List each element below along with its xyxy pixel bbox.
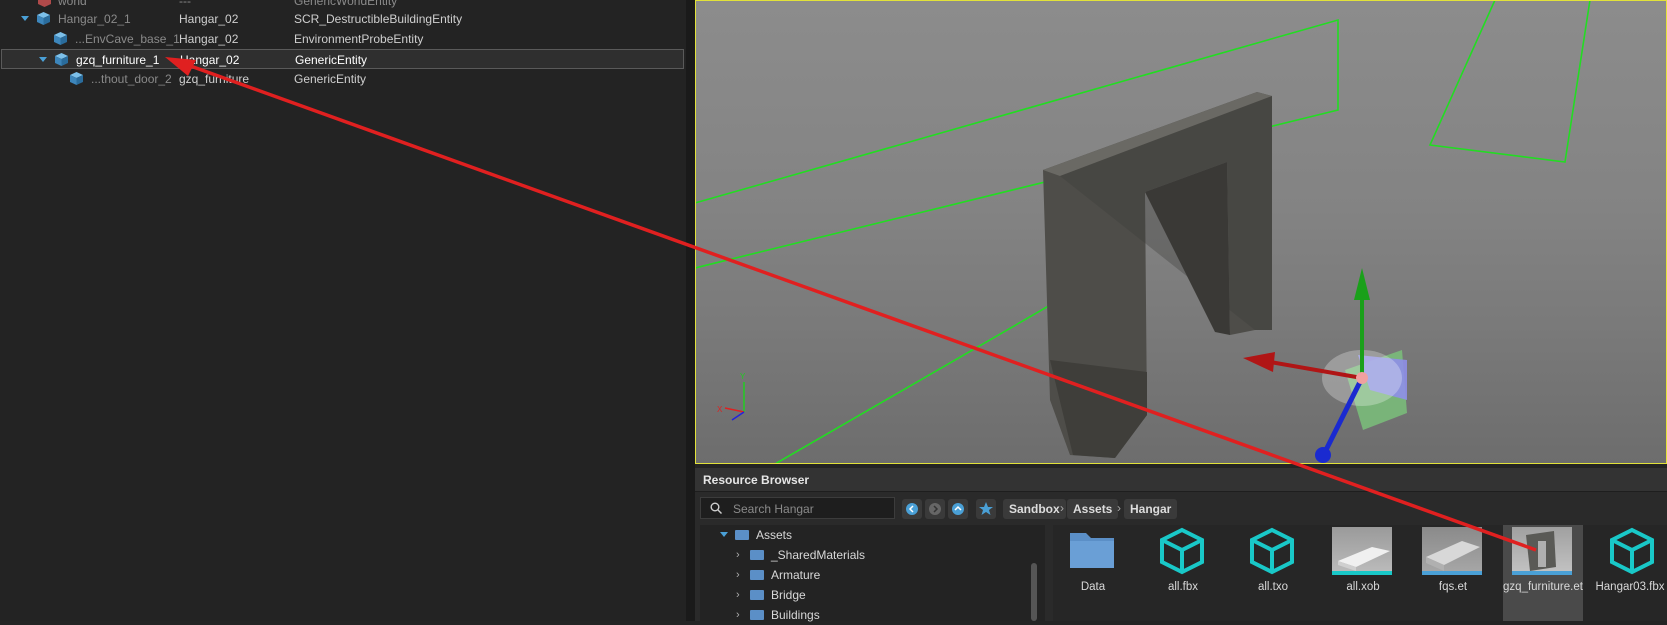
entity-prefab: Hangar_02 xyxy=(180,53,240,67)
outliner-row-door[interactable]: ...thout_door_2 gzq_furniture GenericEnt… xyxy=(0,69,684,89)
chevron-right-icon[interactable]: › xyxy=(736,605,740,625)
asset-gzq-furniture-et[interactable]: gzq_furniture.et xyxy=(1503,525,1583,621)
folder-icon xyxy=(750,590,764,600)
search-box[interactable] xyxy=(700,497,895,519)
entity-name: Hangar_02_1 xyxy=(58,12,131,26)
asset-fqs-et[interactable]: fqs.et xyxy=(1413,525,1493,621)
model-cube-icon xyxy=(1160,527,1204,575)
asset-thumbnail xyxy=(1512,527,1572,575)
entity-prefab: Hangar_02 xyxy=(179,12,239,26)
expand-arrow-icon[interactable] xyxy=(720,532,728,537)
resource-browser-header: Resource Browser xyxy=(695,468,1667,492)
entity-cube-icon xyxy=(55,53,68,66)
3d-viewport[interactable]: Y X xyxy=(695,0,1667,464)
tree-item-label: Assets xyxy=(756,528,793,542)
folder-icon xyxy=(750,550,764,560)
door-frame-model xyxy=(1043,92,1272,458)
chevron-right-icon[interactable]: › xyxy=(736,585,740,605)
tree-item-label: Bridge xyxy=(771,588,806,602)
breadcrumb-hangar[interactable]: Hangar xyxy=(1124,499,1178,519)
search-input[interactable] xyxy=(731,500,895,518)
entity-class: GenericEntity xyxy=(295,53,368,67)
viewport-scene: Y X xyxy=(696,1,1591,463)
outliner-row-envcave[interactable]: ...EnvCave_base_1 Hangar_02 EnvironmentP… xyxy=(0,29,684,49)
tree-scrollbar[interactable] xyxy=(1031,563,1037,621)
asset-grid: Data all.fbx all.txo all.xob fqs.et gzq_… xyxy=(1053,525,1667,621)
folder-open-icon xyxy=(735,530,749,540)
entity-class: EnvironmentProbeEntity xyxy=(294,32,424,46)
entity-cube-icon xyxy=(37,12,50,25)
entity-name: ...thout_door_2 xyxy=(91,72,172,86)
forward-button[interactable] xyxy=(925,499,945,519)
scene-outliner: world --- GenericWorldEntity Hangar_02_1… xyxy=(0,0,686,621)
back-button[interactable] xyxy=(902,499,922,519)
chevron-right-icon: › xyxy=(1060,501,1064,515)
folder-icon xyxy=(750,570,764,580)
breadcrumb-sandbox[interactable]: Sandbox xyxy=(1003,499,1066,519)
entity-cube-icon xyxy=(70,72,83,85)
arrow-left-icon xyxy=(906,503,918,515)
chevron-right-icon[interactable]: › xyxy=(736,565,740,585)
axis-x-label: X xyxy=(717,405,723,414)
asset-type-bar xyxy=(1332,571,1392,575)
model-preview-icon xyxy=(1338,547,1390,571)
entity-name: gzq_furniture_1 xyxy=(76,53,160,67)
panel-splitter[interactable] xyxy=(686,0,695,621)
arrow-up-icon xyxy=(952,503,964,515)
star-icon xyxy=(979,502,993,515)
chevron-right-icon: › xyxy=(1117,501,1121,515)
favorites-button[interactable] xyxy=(976,499,996,519)
asset-thumbnail xyxy=(1422,527,1482,575)
entity-class: GenericEntity xyxy=(294,72,367,86)
asset-label: all.xob xyxy=(1346,581,1380,593)
entity-prefab: Hangar_02 xyxy=(179,32,239,46)
asset-thumbnail xyxy=(1332,527,1392,575)
folder-tree: Assets › _SharedMaterials › Armature › B… xyxy=(700,525,1045,622)
prefab-preview-icon xyxy=(1426,541,1480,571)
outliner-row-hangar[interactable]: Hangar_02_1 Hangar_02 SCR_DestructibleBu… xyxy=(0,9,684,29)
breadcrumb-assets[interactable]: Assets xyxy=(1067,499,1119,519)
asset-data-folder[interactable]: Data xyxy=(1053,525,1133,621)
asset-all-txo[interactable]: all.txo xyxy=(1233,525,1313,621)
chevron-right-icon[interactable]: › xyxy=(736,545,740,565)
asset-label: gzq_furniture.et xyxy=(1503,581,1583,593)
asset-type-bar xyxy=(1512,571,1572,575)
prefab-preview-icon xyxy=(1526,531,1556,571)
axis-y-label: Y xyxy=(740,372,746,381)
resource-browser: Resource Browser Sandbox › Assets › Hang… xyxy=(695,468,1667,622)
entity-cube-icon xyxy=(54,32,67,45)
tree-item-label: Armature xyxy=(771,568,821,582)
entity-cube-icon xyxy=(38,0,51,7)
expand-arrow-icon[interactable] xyxy=(39,57,47,62)
asset-label: all.txo xyxy=(1257,581,1289,593)
outliner-row-gzq-furniture[interactable]: gzq_furniture_1 Hangar_02 GenericEntity xyxy=(1,49,684,69)
folder-icon xyxy=(750,610,764,620)
model-cube-icon xyxy=(1250,527,1294,575)
arrow-right-icon xyxy=(929,503,941,515)
entity-class: SCR_DestructibleBuildingEntity xyxy=(294,12,463,26)
asset-hangar03-fbx[interactable]: Hangar03.fbx xyxy=(1593,525,1667,621)
search-icon xyxy=(710,502,722,514)
asset-type-bar xyxy=(1422,571,1482,575)
asset-label: Hangar03.fbx xyxy=(1595,581,1665,593)
model-cube-icon xyxy=(1610,527,1654,575)
axis-indicator: Y X xyxy=(717,372,746,421)
asset-all-fbx[interactable]: all.fbx xyxy=(1143,525,1223,621)
expand-arrow-icon[interactable] xyxy=(21,16,29,21)
entity-name: ...EnvCave_base_1 xyxy=(75,32,180,46)
up-button[interactable] xyxy=(948,499,968,519)
tree-item-label: Buildings xyxy=(771,608,820,622)
asset-label: fqs.et xyxy=(1438,581,1468,593)
tree-item-label: _SharedMaterials xyxy=(771,548,866,562)
folder-icon xyxy=(1070,533,1114,568)
asset-label: all.fbx xyxy=(1167,581,1199,593)
asset-label: Data xyxy=(1080,581,1106,593)
resource-browser-title: Resource Browser xyxy=(703,473,810,487)
asset-all-xob[interactable]: all.xob xyxy=(1323,525,1403,621)
entity-prefab: gzq_furniture xyxy=(179,72,250,86)
